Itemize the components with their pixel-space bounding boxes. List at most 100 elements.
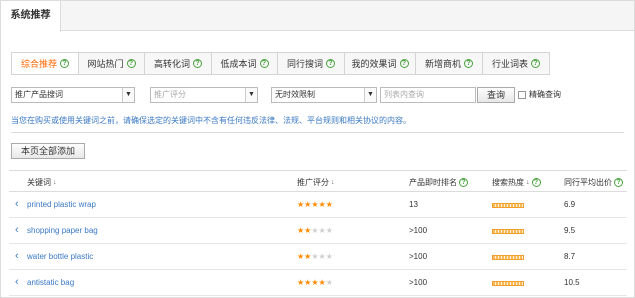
select-value: 推广产品搜词 <box>15 90 63 99</box>
star-icon: ★ <box>304 278 312 287</box>
star-icon: ★ <box>311 278 319 287</box>
tab-label: 高转化词 <box>153 59 190 69</box>
star-icon: ★ <box>304 252 312 261</box>
tab-label: 低成本词 <box>220 59 257 69</box>
keyword-link[interactable]: antistatic bag <box>27 278 74 287</box>
add-keyword-icon[interactable]: ‹ <box>15 250 19 262</box>
keyword-link[interactable]: shopping paper bag <box>27 226 98 235</box>
chevron-down-icon: ▼ <box>364 88 376 102</box>
add-keyword-icon[interactable]: ‹ <box>15 276 19 288</box>
heat-bar <box>492 281 524 286</box>
keyword-table: 关键词 ↓ 推广评分 ↓ 产品即时排名 ? 搜索热度 ↓ ? 同行平均出价 ? … <box>9 170 627 296</box>
score-stars: ★ ★ ★ ★ ★ <box>297 278 333 287</box>
keyword-link[interactable]: printed plastic wrap <box>27 200 96 209</box>
star-icon: ★ <box>318 278 326 287</box>
score-select[interactable]: 推广评分 ▼ <box>150 87 258 103</box>
table-body: ‹ printed plastic wrap ★ ★ ★ ★ ★ 13 6.9 ‹ shopping… <box>9 192 627 296</box>
table-row[interactable]: ‹ water bottle plastic ★ ★ ★ ★ ★ >100 8.7 <box>9 244 627 270</box>
star-icon: ★ <box>311 226 319 235</box>
tab-new-opportunity[interactable]: 新增商机 ? <box>416 53 483 74</box>
star-icon: ★ <box>318 226 326 235</box>
rank-value: >100 <box>409 278 428 287</box>
exact-search-checkbox[interactable] <box>518 91 526 99</box>
table-row[interactable]: ‹ antistatic bag ★ ★ ★ ★ ★ >100 10.5 <box>9 270 627 296</box>
help-icon[interactable]: ? <box>464 59 473 68</box>
help-icon[interactable]: ? <box>531 59 540 68</box>
sort-icon: ↓ <box>53 179 57 186</box>
search-button[interactable]: 查询 <box>477 87 515 103</box>
star-icon: ★ <box>297 226 305 235</box>
add-all-button[interactable]: 本页全部添加 <box>11 143 85 159</box>
tab-label: 我的效果词 <box>351 59 397 69</box>
header-label: 产品即时排名 <box>409 178 457 187</box>
help-icon[interactable]: ? <box>126 59 136 68</box>
tab-low-cost[interactable]: 低成本词 ? <box>212 53 278 74</box>
tab-label: 同行搜词 <box>286 59 323 69</box>
score-stars: ★ ★ ★ ★ ★ <box>297 252 333 261</box>
select-value: 推广评分 <box>154 90 186 99</box>
panel-title-bar: 系统推荐 <box>1 1 634 32</box>
tab-label: 网站热门 <box>87 59 124 69</box>
bid-value: 8.7 <box>564 252 576 261</box>
filter-row: 推广产品搜词 ▼ 推广评分 ▼ 无时效限制 ▼ 列表内查询 查询 精确查询 <box>11 87 571 103</box>
header-score[interactable]: 推广评分 ↓ <box>297 177 335 188</box>
time-limit-select[interactable]: 无时效限制 ▼ <box>271 87 377 103</box>
help-icon[interactable]: ? <box>326 59 335 68</box>
help-icon[interactable]: ? <box>399 59 409 68</box>
heat-bar <box>492 255 524 260</box>
star-icon: ★ <box>304 226 312 235</box>
bid-value: 9.5 <box>564 226 576 235</box>
heat-bar <box>492 229 524 234</box>
header-rank: 产品即时排名 ? <box>409 177 468 188</box>
help-icon[interactable]: ? <box>60 59 69 68</box>
tab-industry-list[interactable]: 行业词表 ? <box>483 53 549 74</box>
help-icon[interactable]: ? <box>531 178 541 187</box>
tab-peer-search[interactable]: 同行搜词 ? <box>278 53 345 74</box>
select-value: 无时效限制 <box>275 90 315 99</box>
add-keyword-icon[interactable]: ‹ <box>15 198 19 210</box>
tab-high-conversion[interactable]: 高转化词 ? <box>145 53 212 74</box>
compliance-notice: 当您在购买或使用关键词之前，请确保选定的关键词中不含有任何违反法律、法规、平台规… <box>11 116 411 125</box>
star-icon: ★ <box>297 278 305 287</box>
star-icon: ★ <box>311 200 319 209</box>
heat-bar <box>492 203 524 208</box>
sort-icon: ↓ <box>331 179 335 186</box>
category-tabs: 综合推荐 ? 网站热门 ? 高转化词 ? 低成本词 ? 同行搜词 ? 我的效果词… <box>11 52 550 75</box>
header-label: 搜索热度 <box>492 178 524 187</box>
star-icon: ★ <box>297 252 305 261</box>
chevron-down-icon: ▼ <box>122 88 134 102</box>
header-label: 同行平均出价 <box>564 178 612 187</box>
star-icon: ★ <box>325 252 333 261</box>
star-icon: ★ <box>325 200 333 209</box>
tab-hot[interactable]: 网站热门 ? <box>79 53 145 74</box>
help-icon[interactable]: ? <box>614 178 623 187</box>
bid-value: 10.5 <box>564 278 580 287</box>
header-bid: 同行平均出价 ? <box>564 177 623 188</box>
table-row[interactable]: ‹ shopping paper bag ★ ★ ★ ★ ★ >100 9.5 <box>9 218 627 244</box>
exact-search-label: 精确查询 <box>529 90 561 99</box>
header-label: 关键词 <box>27 178 51 187</box>
add-keyword-icon[interactable]: ‹ <box>15 224 19 236</box>
tab-comprehensive[interactable]: 综合推荐 ? <box>12 53 79 74</box>
product-keyword-select[interactable]: 推广产品搜词 ▼ <box>11 87 135 103</box>
list-search-input[interactable]: 列表内查询 <box>380 87 476 103</box>
sort-icon: ↓ <box>526 179 530 186</box>
recommendation-panel: 系统推荐 综合推荐 ? 网站热门 ? 高转化词 ? 低成本词 ? 同行搜词 ? … <box>0 0 635 298</box>
divider <box>11 132 624 133</box>
header-heat[interactable]: 搜索热度 ↓ ? <box>492 177 541 188</box>
star-icon: ★ <box>318 200 326 209</box>
star-icon: ★ <box>297 200 305 209</box>
panel-title-tab[interactable]: 系统推荐 <box>1 1 61 32</box>
header-keyword[interactable]: 关键词 ↓ <box>27 177 57 188</box>
table-row[interactable]: ‹ printed plastic wrap ★ ★ ★ ★ ★ 13 6.9 <box>9 192 627 218</box>
header-label: 推广评分 <box>297 178 329 187</box>
help-icon[interactable]: ? <box>259 59 269 68</box>
help-icon[interactable]: ? <box>459 178 468 187</box>
keyword-link[interactable]: water bottle plastic <box>27 252 93 261</box>
star-icon: ★ <box>311 252 319 261</box>
rank-value: 13 <box>409 200 418 209</box>
star-icon: ★ <box>304 200 312 209</box>
help-icon[interactable]: ? <box>193 59 202 68</box>
star-icon: ★ <box>318 252 326 261</box>
tab-my-effect[interactable]: 我的效果词 ? <box>345 53 416 74</box>
